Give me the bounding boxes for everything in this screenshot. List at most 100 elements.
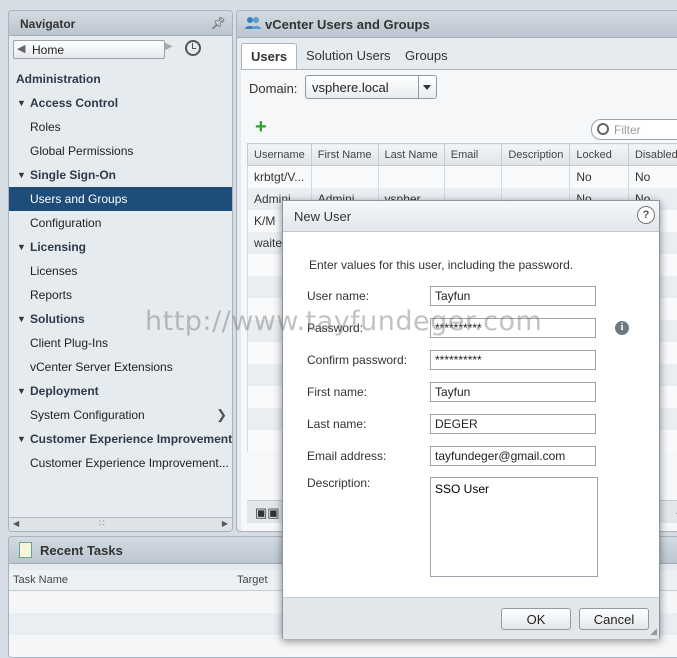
sidebar-item-configuration[interactable]: Configuration xyxy=(9,211,232,235)
column-task-name[interactable]: Task Name xyxy=(13,574,68,586)
username-field[interactable] xyxy=(430,286,596,306)
nav-item-label: Access Control xyxy=(30,96,118,110)
main-header: vCenter Users and Groups xyxy=(237,11,677,38)
username-label: User name: xyxy=(307,289,369,303)
sidebar-item-licenses[interactable]: Licenses xyxy=(9,259,232,283)
chevron-right-icon[interactable]: ❯ xyxy=(216,403,227,427)
resize-grip-icon[interactable]: ◢ xyxy=(650,626,657,637)
password-label: Password: xyxy=(307,321,363,335)
domain-select[interactable]: vsphere.local xyxy=(305,75,437,99)
table-cell xyxy=(311,166,378,189)
nav-item-label: vCenter Server Extensions xyxy=(30,360,173,374)
email-label: Email address: xyxy=(307,449,386,463)
nav-group-access-control[interactable]: ▼ Access Control xyxy=(9,91,232,115)
expand-triangle-icon[interactable]: ▼ xyxy=(17,163,26,187)
column-target[interactable]: Target xyxy=(237,574,268,586)
filter-placeholder: Filter xyxy=(614,123,641,137)
tasks-clipboard-icon xyxy=(19,542,32,558)
email-field[interactable] xyxy=(430,446,596,466)
navigator-header: Navigator 📌︎ xyxy=(9,11,232,36)
domain-value: vsphere.local xyxy=(312,80,389,95)
sidebar-item-vcenter-server-extensions[interactable]: vCenter Server Extensions xyxy=(9,355,232,379)
sidebar-item-users-and-groups[interactable]: Users and Groups xyxy=(9,187,232,211)
confirm-password-label: Confirm password: xyxy=(307,353,407,367)
home-button[interactable]: ◀ Home xyxy=(13,40,165,59)
help-icon[interactable]: ? xyxy=(637,206,655,224)
info-icon[interactable]: i xyxy=(615,321,629,335)
sidebar-item-client-plug-ins[interactable]: Client Plug-Ins xyxy=(9,331,232,355)
nav-group-customer-experience-improvement[interactable]: ▼ Customer Experience Improvement xyxy=(9,427,232,451)
nav-group-deployment[interactable]: ▼ Deployment xyxy=(9,379,232,403)
table-cell xyxy=(378,166,444,189)
filter-input[interactable]: Filter xyxy=(591,119,677,140)
binoculars-icon[interactable]: ▣▣ xyxy=(255,505,280,521)
scroll-grip-icon[interactable]: ∷ xyxy=(99,518,105,529)
sidebar-item-reports[interactable]: Reports xyxy=(9,283,232,307)
domain-label: Domain: xyxy=(249,81,297,96)
back-arrow-icon: ◀ xyxy=(17,42,25,55)
first-name-label: First name: xyxy=(307,385,367,399)
forward-arrow-icon[interactable]: ▶ xyxy=(165,41,177,57)
table-cell xyxy=(502,166,570,189)
expand-triangle-icon[interactable]: ▼ xyxy=(17,307,26,331)
expand-triangle-icon[interactable]: ▼ xyxy=(17,427,26,451)
confirm-password-field[interactable] xyxy=(430,350,596,370)
first-name-field[interactable] xyxy=(430,382,596,402)
table-cell: No xyxy=(570,166,629,189)
sidebar-item-customer-experience-improvement[interactable]: Customer Experience Improvement... xyxy=(9,451,232,475)
navigator-scrollbar[interactable]: ◀ ∷ ▶ xyxy=(9,517,232,531)
cancel-button[interactable]: Cancel xyxy=(579,608,649,630)
dialog-intro: Enter values for this user, including th… xyxy=(309,258,573,272)
scroll-right-icon[interactable]: ▶ xyxy=(222,519,228,528)
table-cell: krbtgt/V... xyxy=(248,166,312,189)
expand-triangle-icon[interactable]: ▼ xyxy=(17,235,26,259)
nav-item-label: Single Sign-On xyxy=(30,168,116,182)
expand-triangle-icon[interactable]: ▼ xyxy=(17,91,26,115)
pin-icon[interactable]: 📌︎ xyxy=(211,16,226,30)
column-email[interactable]: Email xyxy=(444,144,502,166)
table-row[interactable]: krbtgt/V...NoNo xyxy=(248,166,677,189)
last-name-field[interactable] xyxy=(430,414,596,434)
page-title: vCenter Users and Groups xyxy=(265,17,430,32)
column-disabled[interactable]: Disabled xyxy=(628,144,677,166)
table-cell xyxy=(444,166,502,189)
nav-item-label: Customer Experience Improvement... xyxy=(30,456,229,470)
column-description[interactable]: Description xyxy=(502,144,570,166)
nav-item-label: Deployment xyxy=(30,384,99,398)
tab-solution-users[interactable]: Solution Users xyxy=(297,43,400,68)
nav-item-label: Customer Experience Improvement xyxy=(30,432,232,446)
password-field[interactable] xyxy=(430,318,596,338)
new-user-dialog: New User ? Enter values for this user, i… xyxy=(282,200,660,639)
description-label: Description: xyxy=(307,476,370,490)
nav-group-licensing[interactable]: ▼ Licensing xyxy=(9,235,232,259)
dropdown-arrow-icon[interactable] xyxy=(418,76,436,98)
nav-group-single-sign-on[interactable]: ▼ Single Sign-On xyxy=(9,163,232,187)
column-username[interactable]: Username xyxy=(248,144,312,166)
nav-item-label: Roles xyxy=(30,120,61,134)
tab-bar: Users Solution Users Groups xyxy=(241,43,677,69)
ok-button[interactable]: OK xyxy=(501,608,571,630)
column-last-name[interactable]: Last Name xyxy=(378,144,444,166)
nav-item-label: Licenses xyxy=(30,264,77,278)
scroll-left-icon[interactable]: ◀ xyxy=(13,519,19,528)
nav-item-label: Client Plug-Ins xyxy=(30,336,108,350)
nav-item-label: Solutions xyxy=(30,312,85,326)
last-name-label: Last name: xyxy=(307,417,366,431)
add-user-icon[interactable]: + xyxy=(255,119,267,135)
column-first-name[interactable]: First Name xyxy=(311,144,378,166)
tab-users[interactable]: Users xyxy=(241,43,297,70)
description-field[interactable]: SSO User xyxy=(430,477,598,577)
tab-groups[interactable]: Groups xyxy=(396,43,457,68)
sidebar-item-system-configuration[interactable]: System Configuration❯ xyxy=(9,403,232,427)
nav-item-label: Licensing xyxy=(30,240,86,254)
search-icon xyxy=(597,123,609,135)
history-icon[interactable] xyxy=(185,40,201,56)
navigator-title: Navigator xyxy=(20,17,75,31)
nav-item-label: Configuration xyxy=(30,216,101,230)
nav-group-solutions[interactable]: ▼ Solutions xyxy=(9,307,232,331)
expand-triangle-icon[interactable]: ▼ xyxy=(17,379,26,403)
sidebar-item-roles[interactable]: Roles xyxy=(9,115,232,139)
column-locked[interactable]: Locked xyxy=(570,144,629,166)
home-label: Home xyxy=(32,43,64,57)
sidebar-item-global-permissions[interactable]: Global Permissions xyxy=(9,139,232,163)
